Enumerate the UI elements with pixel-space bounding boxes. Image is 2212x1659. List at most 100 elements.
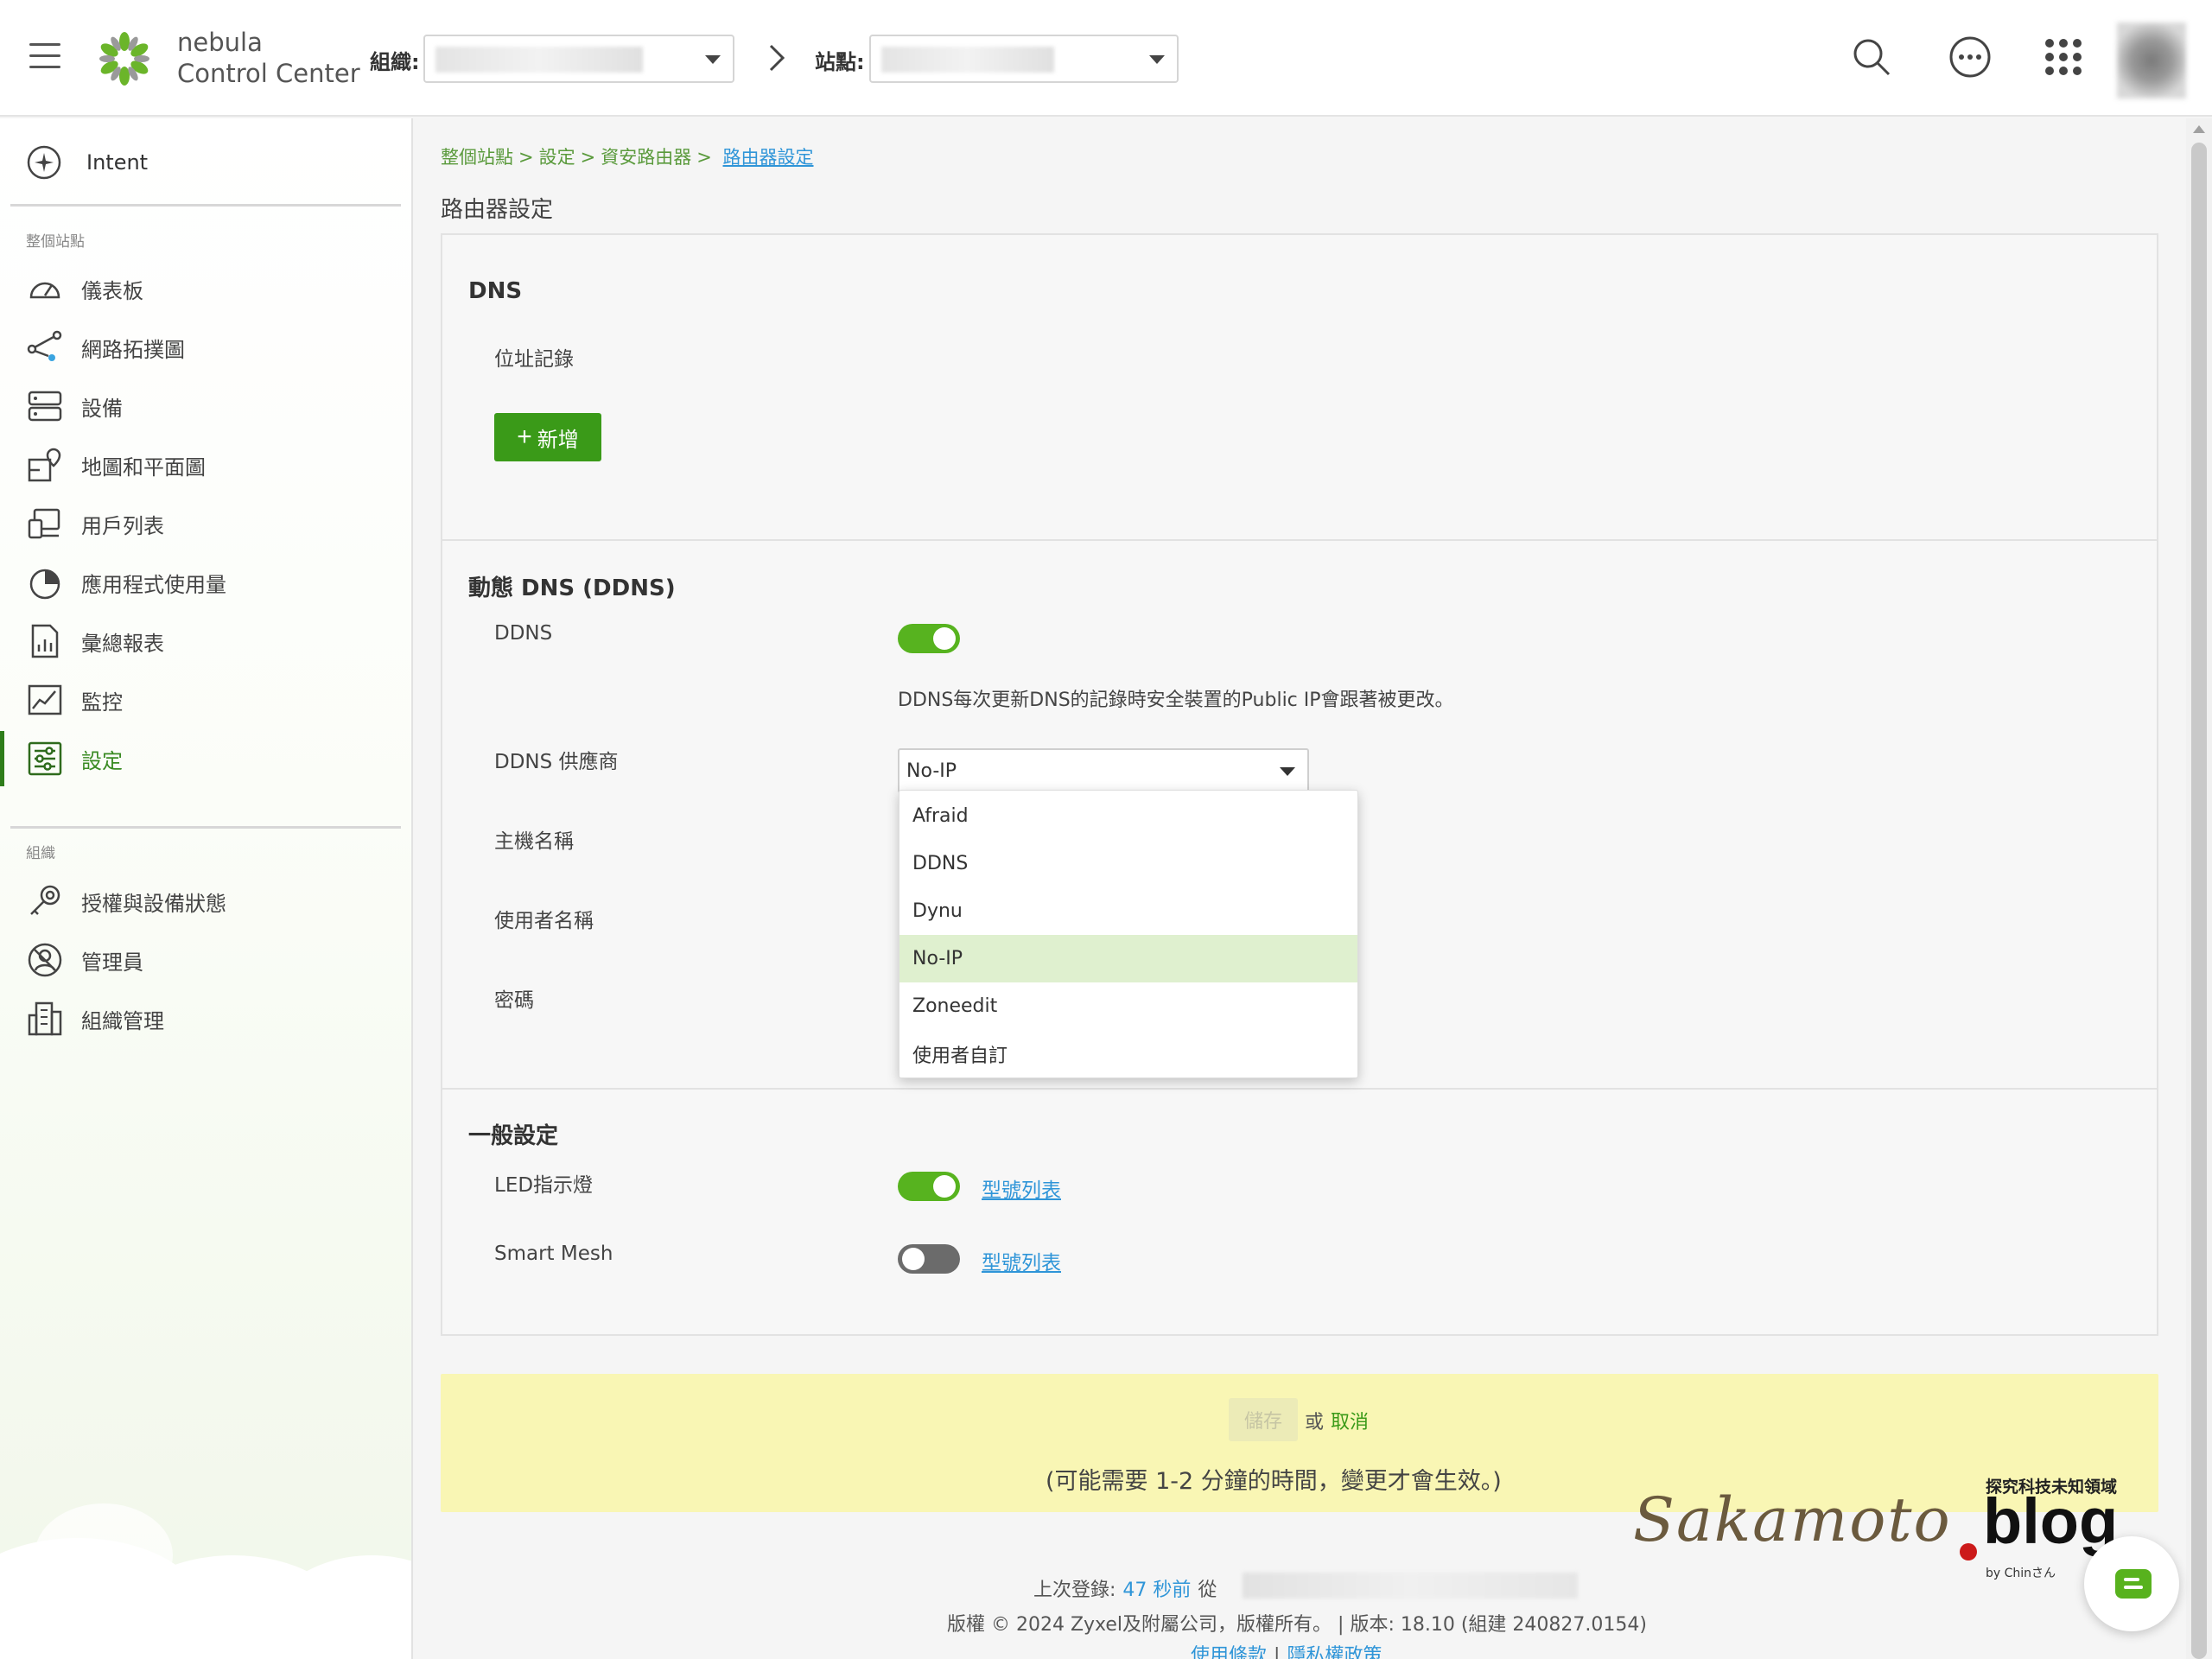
last-login-ago[interactable]: 47 秒前 [1122,1580,1191,1601]
smart-mesh-label: Smart Mesh [494,1243,613,1265]
ip-redacted [1243,1573,1578,1599]
led-model-list-link[interactable]: 型號列表 [982,1173,1061,1203]
site-selector[interactable] [869,35,1179,83]
settings-panel: DNS 位址記錄 + 新增 動態 DNS (DDNS) DDNS DDNS每次更新… [441,233,2158,1336]
dashboard-icon [29,282,60,299]
mesh-model-list-link[interactable]: 型號列表 [982,1246,1061,1275]
dropdown-option[interactable]: 使用者自訂 [899,1030,1357,1077]
org-name-redacted [435,47,643,73]
nebula-logo [99,32,149,86]
chevron-down-icon [1149,55,1165,64]
chevron-down-icon [1280,767,1295,776]
dropdown-option[interactable]: DDNS [899,840,1357,887]
privacy-link[interactable]: 隱私權政策 [1287,1645,1382,1659]
last-login-label: 上次登錄: [1033,1580,1116,1601]
hostname-label: 主機名稱 [494,830,574,853]
scroll-thumb[interactable] [2191,143,2207,1659]
add-record-button[interactable]: + 新增 [494,413,601,461]
org-selector[interactable] [423,35,734,83]
intent-label: Intent [86,150,149,175]
sidebar-item-dashboard[interactable]: 儀表板 [0,261,411,316]
sidebar-item-admin[interactable]: 管理員 [0,932,411,988]
site-label: 站點: [815,50,865,74]
copyright: 版權 © 2024 Zyxel及附屬公司，版權所有。 | 版本: 18.10 (… [947,1614,1647,1636]
breadcrumb-current[interactable]: 路由器設定 [723,147,814,168]
search-icon[interactable] [1849,35,1894,79]
site-name-redacted [881,47,1054,73]
chevron-right-icon [769,44,785,72]
sidebar-item-license[interactable]: 授權與設備狀態 [0,874,411,929]
intent-item[interactable]: Intent [26,141,148,184]
sidebar-item-devices[interactable]: 設備 [0,378,411,434]
dropdown-option[interactable]: Zoneedit [899,982,1357,1030]
ddns-provider-select[interactable]: No-IP [898,748,1309,793]
sidebar-item-label: 儀表板 [81,278,143,303]
dropdown-option[interactable]: Dynu [899,887,1357,935]
sidebar-item-topology[interactable]: 網路拓撲圖 [0,320,411,375]
sidebar-item-org-manage[interactable]: 組織管理 [0,991,411,1046]
map-icon [28,448,61,482]
led-toggle[interactable] [898,1172,960,1201]
sidebar-item-settings[interactable]: 設定 [0,731,411,786]
dropdown-option[interactable]: Afraid [899,792,1357,840]
legal-links: 使用條款 | 隱私權政策 [1191,1640,1382,1659]
watermark: 探究科技未知領域 Sakamoto blog by Chinさん [1633,1478,2134,1590]
sidebar-item-label: 彙總報表 [81,631,164,656]
save-button[interactable]: 儲存 [1229,1398,1298,1441]
sidebar: Intent 整個站點 儀表板 網路拓撲圖 設備 地圖和平面圖 用戶列表 應用程… [0,118,413,1659]
sidebar-item-clients[interactable]: 用戶列表 [0,496,411,551]
address-record-label: 位址記錄 [494,348,574,371]
breadcrumb-item[interactable]: 資安路由器 [601,147,691,168]
from-label: 從 [1198,1580,1217,1601]
app-grid-icon[interactable] [2041,35,2086,79]
menu-icon[interactable] [29,43,60,69]
password-label: 密碼 [494,989,534,1012]
divider [10,826,401,829]
cancel-link[interactable]: 取消 [1331,1407,1369,1434]
more-options-icon[interactable] [1948,35,1993,79]
sidebar-item-label: 授權與設備狀態 [81,891,226,916]
sidebar-item-app-usage[interactable]: 應用程式使用量 [0,555,411,610]
org-section-title: 組織 [26,845,55,862]
sidebar-item-label: 監控 [81,690,123,715]
ddns-note: DDNS每次更新DNS的記錄時安全裝置的Public IP會跟著被更改。 [898,690,1454,711]
sidebar-item-report[interactable]: 彙總報表 [0,613,411,669]
smart-mesh-toggle[interactable] [898,1244,960,1274]
sidebar-item-label: 組織管理 [81,1008,164,1033]
watermark-name: Sakamoto [1633,1484,1952,1555]
app-usage-icon [29,569,60,600]
terms-link[interactable]: 使用條款 [1191,1645,1267,1659]
page-title: 路由器設定 [441,197,554,223]
avatar[interactable] [2117,22,2186,99]
last-login: 上次登錄: 47 秒前從 [1033,1574,1217,1602]
sidebar-item-map[interactable]: 地圖和平面圖 [0,437,411,493]
sidebar-item-label: 設定 [81,748,123,773]
sidebar-item-monitor[interactable]: 監控 [0,672,411,728]
watermark-blog: blog [1983,1485,2119,1557]
scrollbar[interactable] [2186,118,2212,1659]
org-label: 組織: [370,50,420,74]
chevron-down-icon [705,55,721,64]
dropdown-option-selected[interactable]: No-IP [899,935,1357,982]
led-label: LED指示燈 [494,1174,594,1197]
ddns-provider-dropdown: Afraid DDNS Dynu No-IP Zoneedit 使用者自訂 [899,790,1358,1078]
breadcrumb-item[interactable]: 整個站點 [441,147,513,168]
add-button-label: 新增 [537,428,579,452]
divider [10,204,401,207]
breadcrumb-item[interactable]: 設定 [539,147,575,168]
sidebar-item-label: 網路拓撲圖 [81,337,185,362]
sidebar-item-label: 設備 [81,396,123,421]
sidebar-item-label: 地圖和平面圖 [81,454,206,480]
ddns-provider-value: No-IP [906,760,957,782]
report-icon [31,624,59,658]
breadcrumb: 整個站點 > 設定 > 資安路由器 > 路由器設定 [441,147,814,168]
divider [442,1088,2157,1090]
ddns-toggle[interactable] [898,624,960,653]
or-text: 或 [1305,1412,1325,1433]
scroll-up-arrow-icon[interactable] [2193,125,2205,133]
chat-button[interactable] [2084,1536,2179,1631]
sidebar-item-label: 應用程式使用量 [81,572,226,597]
ddns-provider-label: DDNS 供應商 [494,751,619,773]
ddns-heading: 動態 DNS (DDNS) [468,575,676,601]
clients-icon [28,508,60,539]
